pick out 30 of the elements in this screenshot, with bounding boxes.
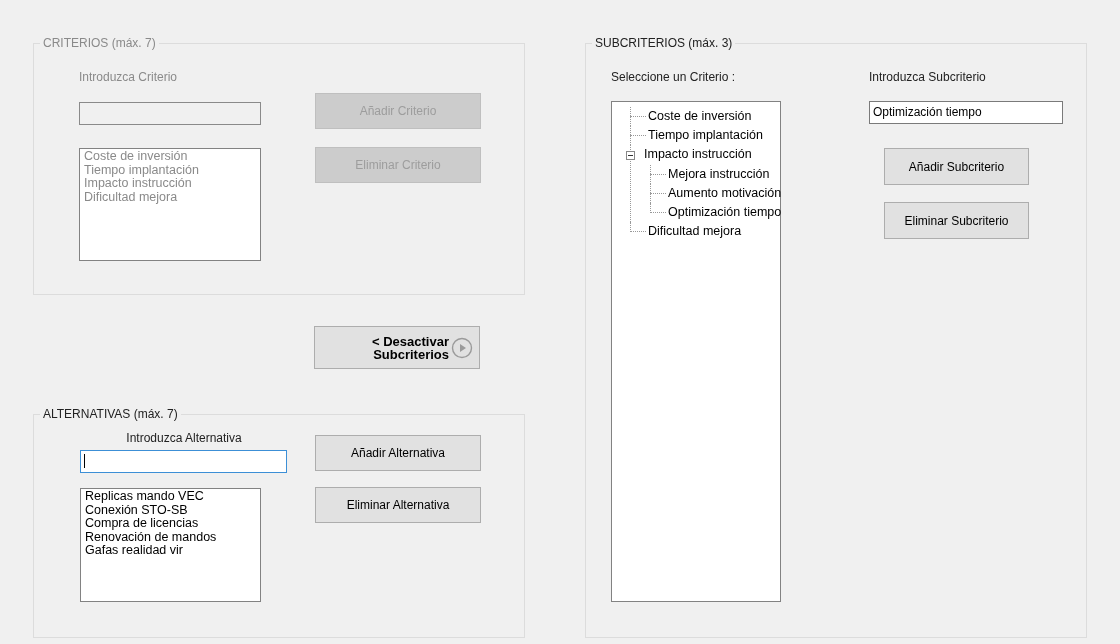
- alternative-input-field[interactable]: [80, 450, 287, 473]
- field-label: Introduzca Subcriterio: [869, 70, 987, 84]
- tree-item[interactable]: Coste de inversión: [646, 107, 752, 127]
- field-label: Introduzca Alternativa: [125, 431, 243, 445]
- list-item[interactable]: Gafas realidad vir: [85, 544, 256, 558]
- tree-item[interactable]: Impacto instrucción: [642, 145, 752, 165]
- list-item[interactable]: Compra de licencias: [85, 517, 256, 531]
- subcriterion-input-field[interactable]: Optimización tiempo: [869, 101, 1063, 124]
- toggle-subcriteria-button[interactable]: < Desactivar Subcriterios: [314, 326, 480, 369]
- list-item[interactable]: Renovación de mandos: [85, 530, 256, 544]
- collapse-icon[interactable]: [626, 150, 635, 160]
- subcriterion-button[interactable]: Añadir Subcriterio: [884, 148, 1029, 185]
- play-icon: [451, 336, 473, 359]
- tree-item[interactable]: Optimización tiempo: [666, 203, 782, 223]
- tree-item[interactable]: Tiempo implantación: [646, 126, 763, 146]
- alternative-button[interactable]: Eliminar Alternativa: [315, 487, 481, 523]
- tree-label: Seleccione un Criterio :: [611, 70, 737, 84]
- group-title: CRITERIOS (máx. 7): [42, 36, 157, 50]
- group-title: SUBCRITERIOS (máx. 3): [594, 36, 734, 50]
- list-item[interactable]: Conexión STO-SB: [85, 503, 256, 517]
- group-title: ALTERNATIVAS (máx. 7): [42, 407, 179, 421]
- tree-item[interactable]: Aumento motivación: [666, 183, 782, 203]
- field-label: Introduzca Criterio: [79, 70, 179, 84]
- list-item[interactable]: Replicas mando VEC: [85, 490, 256, 504]
- tree-item[interactable]: Dificultad mejora: [646, 222, 742, 242]
- alternative-button[interactable]: Añadir Alternativa: [315, 435, 481, 471]
- criteria-tree[interactable]: Coste de inversión Tiempo implantación Impacto instrucción Mejora instrucción Aumento motivación Optimización tiempo Dificultad mejora: [611, 101, 781, 602]
- alternatives-list[interactable]: Replicas mando VEC Conexión STO-SB Compra de licencias Renovación de mandos Gafas realidad vir: [80, 488, 261, 602]
- subcriterion-button[interactable]: Eliminar Subcriterio: [884, 202, 1029, 239]
- tree-item[interactable]: Mejora instrucción: [666, 164, 770, 184]
